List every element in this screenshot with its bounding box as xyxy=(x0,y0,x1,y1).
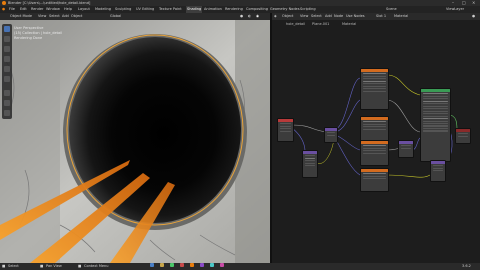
viewport-header: Object Mode View Select Add Object Globa… xyxy=(0,13,270,20)
use-nodes-checkbox[interactable]: Use Nodes xyxy=(346,13,365,20)
pin-icon[interactable]: ● xyxy=(472,13,475,20)
node-normal-map[interactable] xyxy=(398,140,414,158)
node-texture-coordinate[interactable] xyxy=(277,118,294,142)
cursor-tool-icon[interactable] xyxy=(4,36,10,42)
taskbar-app-icon[interactable] xyxy=(200,263,204,267)
editor-type-icon[interactable]: ◈ xyxy=(274,13,277,20)
3d-viewport[interactable] xyxy=(0,20,270,263)
transform-orientation-dropdown[interactable]: Global xyxy=(110,13,121,20)
node-material-output[interactable] xyxy=(455,128,471,144)
menu-file[interactable]: File xyxy=(9,6,15,13)
breadcrumb-object[interactable]: hole_detail xyxy=(286,22,305,26)
taskbar-app-icon[interactable] xyxy=(190,263,194,267)
transform-tool-icon[interactable] xyxy=(4,76,10,82)
node-node-menu[interactable]: Node xyxy=(334,13,343,20)
mouse-right-icon: ■ xyxy=(78,264,82,268)
tab-uv-editing[interactable]: UV Editing xyxy=(136,6,154,13)
shading-material-icon[interactable]: ◐ xyxy=(248,13,251,20)
scale-tool-icon[interactable] xyxy=(4,66,10,72)
breadcrumb: hole_detail Plane.001 Material xyxy=(278,22,398,28)
taskbar-app-icon[interactable] xyxy=(150,263,154,267)
move-tool-icon[interactable] xyxy=(4,46,10,52)
taskbar-app-icon[interactable] xyxy=(160,263,164,267)
add-cube-tool-icon[interactable] xyxy=(4,110,10,116)
taskbar-app-icon[interactable] xyxy=(180,263,184,267)
measure-tool-icon[interactable] xyxy=(4,100,10,106)
taskbar-app-icon[interactable] xyxy=(170,263,174,267)
tab-layout[interactable]: Layout xyxy=(78,6,90,13)
tab-compositing[interactable]: Compositing xyxy=(246,6,268,13)
menu-bar: ● File Edit Render Window Help Layout Mo… xyxy=(0,6,480,13)
tool-shelf xyxy=(2,24,12,119)
viewport-info-overlay: User Perspective (15) Collection | hole_… xyxy=(14,26,62,41)
node-image-texture-4[interactable] xyxy=(360,168,389,192)
version-label: 3.6.2 xyxy=(462,264,471,268)
tab-rendering[interactable]: Rendering xyxy=(225,6,243,13)
blender-logo-icon xyxy=(2,1,6,5)
tab-animation[interactable]: Animation xyxy=(204,6,222,13)
node-principled-bsdf[interactable] xyxy=(420,88,451,162)
tab-shading[interactable]: Shading xyxy=(186,6,203,13)
node-editor-canvas[interactable] xyxy=(272,20,480,263)
blender-menu-icon[interactable]: ● xyxy=(2,6,5,13)
node-image-texture-1[interactable] xyxy=(360,68,389,110)
view-layer-selector[interactable]: ViewLayer xyxy=(446,6,464,13)
mode-dropdown[interactable]: Object Mode xyxy=(10,13,32,20)
node-view-menu[interactable]: View xyxy=(300,13,308,20)
annotate-tool-icon[interactable] xyxy=(4,90,10,96)
menu-edit[interactable]: Edit xyxy=(20,6,27,13)
shading-solid-icon[interactable]: ● xyxy=(240,13,243,20)
viewport-object-menu[interactable]: Object xyxy=(71,13,82,20)
taskbar-app-icon[interactable] xyxy=(220,263,224,267)
material-selector[interactable]: Material xyxy=(394,13,408,20)
breadcrumb-mesh[interactable]: Plane.001 xyxy=(312,22,329,26)
select-box-tool-icon[interactable] xyxy=(4,26,10,32)
mouse-middle-icon: ■ xyxy=(40,264,44,268)
menu-help[interactable]: Help xyxy=(64,6,72,13)
status-pan: Pan View xyxy=(46,264,62,268)
viewport-view-menu[interactable]: View xyxy=(38,13,46,20)
shader-type-dropdown[interactable]: Object xyxy=(282,13,293,20)
status-select: Select xyxy=(8,264,19,268)
tab-geometry-nodes[interactable]: Geometry Nodes xyxy=(270,6,300,13)
status-context: Context Menu xyxy=(84,264,109,268)
rotate-tool-icon[interactable] xyxy=(4,56,10,62)
node-image-texture-3[interactable] xyxy=(360,140,389,166)
shading-rendered-icon[interactable]: ◉ xyxy=(256,13,259,20)
node-add-menu[interactable]: Add xyxy=(325,13,332,20)
menu-render[interactable]: Render xyxy=(31,6,43,13)
node-image-texture-2[interactable] xyxy=(360,116,389,142)
render-status: Rendering Done xyxy=(14,36,43,40)
mouse-left-icon: ■ xyxy=(2,264,6,268)
breadcrumb-material[interactable]: Material xyxy=(342,22,356,26)
menu-window[interactable]: Window xyxy=(46,6,60,13)
status-bar: ■ Select ■ Pan View ■ Context Menu 3.6.2 xyxy=(0,263,480,270)
tab-modeling[interactable]: Modeling xyxy=(95,6,111,13)
material-slot-dropdown[interactable]: Slot 1 xyxy=(376,13,386,20)
node-select-menu[interactable]: Select xyxy=(311,13,322,20)
tab-sculpting[interactable]: Sculpting xyxy=(115,6,131,13)
viewport-add-menu[interactable]: Add xyxy=(62,13,69,20)
viewport-render xyxy=(0,20,270,263)
node-editor-header: ◈ Object View Select Add Node Use Nodes … xyxy=(272,13,480,20)
viewport-select-menu[interactable]: Select xyxy=(49,13,60,20)
scene-selector[interactable]: Scene xyxy=(386,6,397,13)
tab-scripting[interactable]: Scripting xyxy=(300,6,316,13)
node-mapping[interactable] xyxy=(302,150,318,178)
tab-texture-paint[interactable]: Texture Paint xyxy=(159,6,182,13)
taskbar-app-icon[interactable] xyxy=(210,263,214,267)
node-displacement[interactable] xyxy=(430,160,446,182)
node-reroute-vector[interactable] xyxy=(324,127,338,143)
